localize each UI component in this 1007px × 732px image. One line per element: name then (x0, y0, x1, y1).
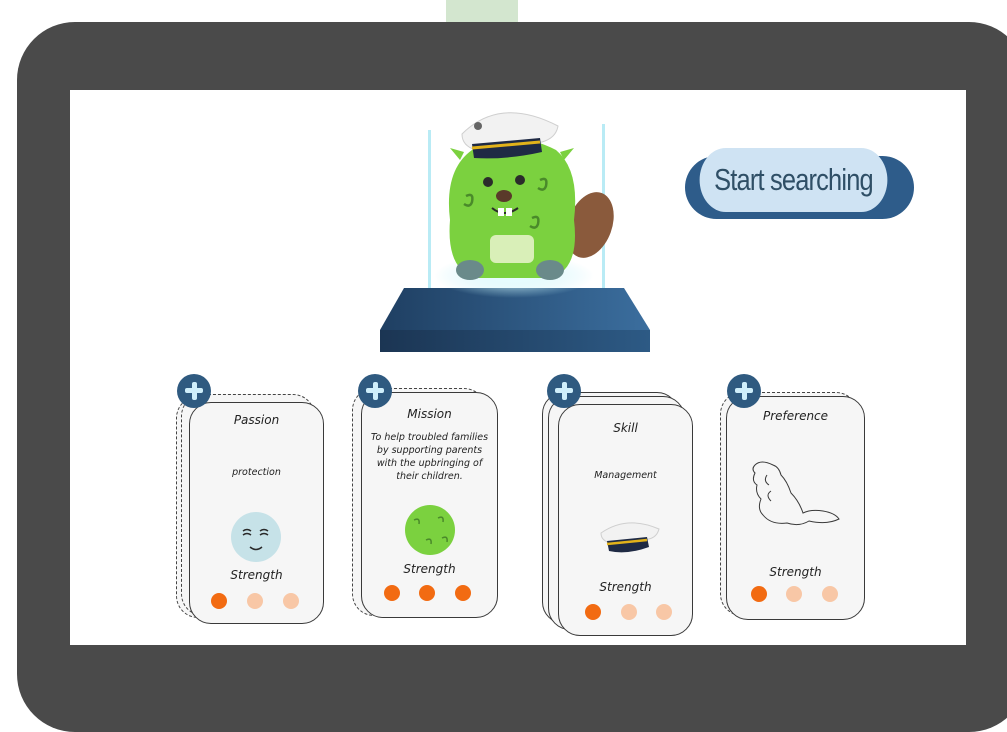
add-skill-button[interactable] (547, 374, 581, 408)
strength-dot (621, 604, 637, 620)
strength-dot (419, 585, 435, 601)
mission-card-stack[interactable]: Mission To help troubled families by sup… (352, 386, 502, 618)
top-tab (446, 0, 518, 24)
preference-card-stack[interactable]: Preference Strength (720, 388, 870, 622)
preference-card[interactable]: Preference Strength (726, 396, 865, 620)
skill-card[interactable]: Skill Management Strength (558, 404, 693, 636)
strength-dot (751, 586, 767, 602)
mission-card[interactable]: Mission To help troubled families by sup… (361, 392, 498, 618)
strength-dot (656, 604, 672, 620)
strength-label: Strength (230, 568, 283, 582)
strength-dot (283, 593, 299, 609)
card-title: Skill (613, 421, 638, 435)
add-passion-button[interactable] (177, 374, 211, 408)
green-ball-icon (405, 505, 455, 555)
beaver-mascot-icon (448, 112, 614, 280)
start-searching-label: Start searching (714, 162, 873, 197)
strength-dot (211, 593, 227, 609)
strength-label: Strength (769, 565, 822, 579)
strength-dot (247, 593, 263, 609)
captain-hat-icon (600, 522, 660, 553)
sleepy-face-icon (231, 512, 281, 562)
strength-dot (455, 585, 471, 601)
strength-dot (786, 586, 802, 602)
add-mission-button[interactable] (358, 374, 392, 408)
card-text: To help troubled families by supporting … (370, 432, 489, 482)
passion-card-stack[interactable]: Passion protection Strength (176, 390, 326, 626)
card-title: Preference (762, 409, 829, 423)
passion-card[interactable]: Passion protection Strength (189, 402, 324, 624)
start-searching-button[interactable]: Start searching (699, 148, 888, 212)
beaver-pedestal (380, 112, 650, 352)
card-text: protection (232, 467, 281, 478)
card-title: Mission (407, 407, 452, 421)
strength-label: Strength (403, 562, 456, 576)
strength-dot (585, 604, 601, 620)
add-preference-button[interactable] (727, 374, 761, 408)
strength-label: Strength (599, 580, 652, 594)
beaver-outline-icon (752, 461, 840, 526)
card-title: Passion (233, 413, 280, 427)
strength-dot (384, 585, 400, 601)
card-text: Management (594, 470, 657, 481)
strength-dot (822, 586, 838, 602)
skill-card-stack[interactable]: Skill Management Strength (542, 386, 694, 636)
